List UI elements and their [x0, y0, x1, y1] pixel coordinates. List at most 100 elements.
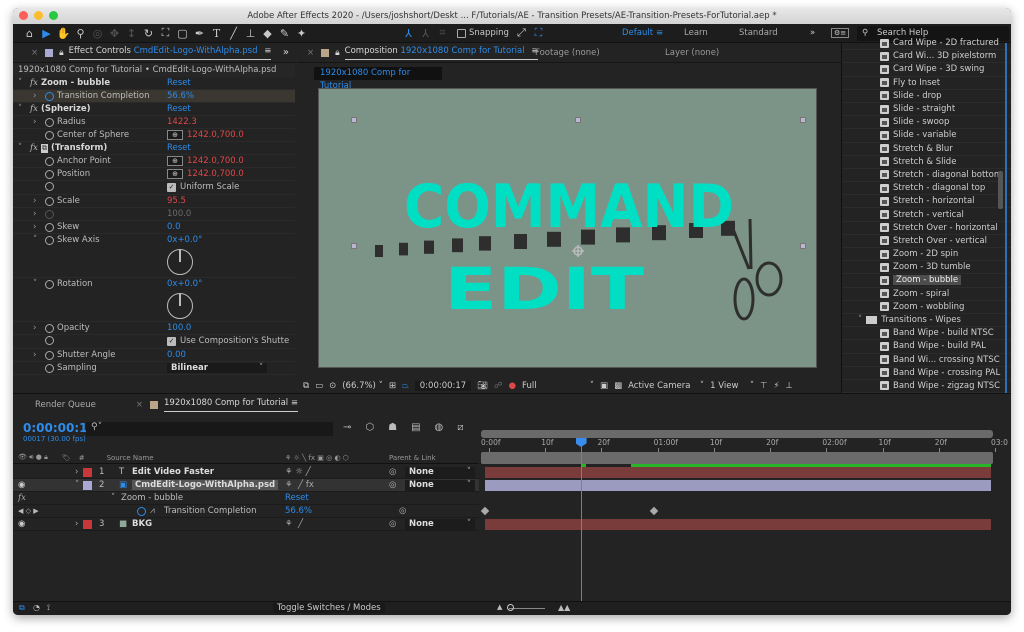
reset-link[interactable]: Reset	[167, 104, 191, 114]
preset-item[interactable]: Zoom - 2D spin	[842, 248, 1011, 262]
property-value[interactable]: 1422.3	[167, 117, 197, 127]
pan-behind-icon[interactable]: ⛶	[157, 25, 174, 42]
roto-brush-icon[interactable]: ✎	[276, 25, 293, 42]
parent-dropdown[interactable]: None ˅	[405, 466, 475, 478]
effect-property-row[interactable]: Position ⊕ 1242.0,700.0	[13, 168, 295, 181]
draft-3d-icon[interactable]: ⬡	[365, 422, 374, 433]
preset-item[interactable]: Band Wipe - crossing PAL	[842, 367, 1011, 380]
vr-icon[interactable]: ⊙	[329, 381, 336, 391]
zoom-slider-track[interactable]	[509, 608, 545, 609]
effect-property-row[interactable]: › Skew 0.0	[13, 221, 295, 234]
comp-navigator-chip[interactable]: 1920x1080 Comp for Tutorial	[314, 67, 442, 91]
close-tab-icon[interactable]: ×	[307, 48, 314, 58]
comp-mini-flowchart-icon[interactable]: ⊸	[343, 422, 351, 433]
property-row[interactable]: ◀ ◇ ▶ ⩘ Transition Completion 56.6% ◎	[13, 505, 479, 518]
sampling-dropdown[interactable]: Bilinear	[167, 363, 267, 373]
lock-icon[interactable]: 🔒︎	[335, 48, 340, 58]
graph-editor-icon[interactable]: ⧄	[457, 422, 463, 433]
effect-property-row[interactable]: Anchor Point ⊕ 1242.0,700.0	[13, 155, 295, 168]
folder-item[interactable]: ˅ Transitions - Wipes	[842, 314, 1011, 328]
keyframe[interactable]	[480, 506, 490, 516]
minimize-window-button[interactable]	[34, 11, 43, 20]
chevron-right-icon[interactable]: ›	[33, 209, 42, 219]
transparency-grid-icon[interactable]: ▩	[614, 381, 622, 391]
layer-name[interactable]: CmdEdit-Logo-WithAlpha.psd	[132, 480, 279, 490]
view-axis-icon[interactable]: ⌗	[434, 25, 451, 42]
stopwatch-icon[interactable]	[45, 336, 54, 345]
rotation-tool-icon[interactable]: ↻	[140, 25, 157, 42]
preset-item[interactable]: Stretch - diagonal top	[842, 182, 1011, 196]
point-target-icon[interactable]: ⊕	[167, 169, 183, 179]
preset-item[interactable]: Stretch - horizontal	[842, 195, 1011, 209]
panel-menu-icon[interactable]: ≡	[264, 46, 271, 56]
effect-property-row[interactable]: ✓ Uniform Scale	[13, 181, 295, 195]
property-value[interactable]: 0x+0.0°	[167, 235, 202, 245]
stopwatch-icon[interactable]	[45, 169, 54, 179]
effect-property-row[interactable]: › Opacity 100.0	[13, 322, 295, 335]
fx-icon[interactable]: fx	[30, 104, 38, 114]
local-axis-icon[interactable]: ⅄	[400, 25, 417, 42]
effect-header-row[interactable]: ˅ fx Zoom - bubble Reset	[13, 77, 295, 90]
preset-item[interactable]: Stretch & Blur	[842, 143, 1011, 156]
stopwatch-icon[interactable]	[45, 91, 54, 101]
property-value[interactable]: 0x+0.0°	[167, 279, 202, 289]
property-value[interactable]: 0.00	[167, 350, 186, 360]
snapshot-icon[interactable]: 📷︎	[477, 381, 488, 391]
motion-blur-icon[interactable]: ◍	[435, 422, 444, 433]
property-value[interactable]: Uniform Scale	[180, 182, 239, 192]
column-parent-link[interactable]: Parent & Link	[389, 454, 436, 462]
tab-effect-controls[interactable]: Effect Controls CmdEdit-Logo-WithAlpha.p…	[68, 46, 272, 60]
point-target-icon[interactable]: ⊕	[167, 130, 183, 140]
close-tab-icon[interactable]: ×	[136, 400, 143, 410]
preset-item[interactable]: Band Wi... crossing NTSC	[842, 354, 1011, 367]
layer-name[interactable]: Edit Video Faster	[132, 467, 214, 477]
effect-property-row[interactable]: › Shutter Angle 0.00	[13, 349, 295, 362]
tab-composition[interactable]: Composition 1920x1080 Comp for Tutorial …	[344, 46, 539, 60]
preset-item[interactable]: Stretch - diagonal bottom	[842, 169, 1011, 183]
brush-tool-icon[interactable]: ╱	[225, 25, 242, 42]
workspace-menu-icon[interactable]: ≡	[656, 28, 663, 38]
effect-property-row[interactable]: › Transition Completion 56.6%	[13, 90, 295, 103]
current-time-field[interactable]: 0:00:00:17	[414, 381, 472, 391]
layer-duration-bar[interactable]	[485, 480, 991, 491]
current-timecode[interactable]: 0:00:00:17	[23, 421, 96, 435]
eye-icon[interactable]: ◉	[18, 519, 25, 529]
chevron-right-icon[interactable]: ›	[75, 467, 78, 477]
switch-icons[interactable]: ⚘ ╱ fx	[285, 480, 314, 490]
keyframe[interactable]	[649, 506, 658, 516]
fx-icon[interactable]: fx	[30, 143, 38, 153]
mask-visibility-icon[interactable]: ⏢	[402, 381, 409, 391]
home-icon[interactable]: ⌂	[21, 25, 38, 42]
world-axis-icon[interactable]: ⅄	[417, 25, 434, 42]
switch-icons[interactable]: ⚘ ╱	[285, 519, 303, 529]
tab-timeline-comp[interactable]: 1920x1080 Comp for Tutorial ≡	[164, 398, 298, 412]
stopwatch-icon[interactable]	[45, 196, 54, 206]
pan-camera-icon[interactable]: ✥	[106, 25, 123, 42]
property-value[interactable]: 100.0	[167, 323, 191, 333]
workspace-standard[interactable]: Standard	[739, 28, 778, 38]
parent-dropdown[interactable]: None ˅	[405, 479, 475, 491]
preset-item[interactable]: Zoom - bubble	[842, 274, 1011, 288]
chevron-down-icon[interactable]: ˅	[18, 78, 27, 88]
grid-guides-icon[interactable]: ⊞	[389, 381, 396, 391]
puppet-pin-icon[interactable]: ✦	[293, 25, 310, 42]
zoom-out-icon[interactable]: ▲	[497, 603, 502, 611]
preset-item[interactable]: Slide - drop	[842, 90, 1011, 103]
fx-icon[interactable]: fx	[30, 78, 38, 88]
effect-property-row[interactable]: › 100.0	[13, 208, 295, 221]
pen-tool-icon[interactable]: ✒	[191, 25, 208, 42]
preset-item[interactable]: Slide - straight	[842, 103, 1011, 117]
layer-duration-bar[interactable]	[485, 467, 991, 478]
composition-viewer[interactable]: COMMAND EDIT	[318, 88, 817, 368]
timeline-icon[interactable]: ⊥	[785, 381, 792, 391]
property-value[interactable]: 0.0	[167, 222, 181, 232]
property-value[interactable]: 1242.0,700.0	[187, 130, 244, 140]
region-of-interest-icon[interactable]: ▣	[600, 381, 608, 391]
tab-footage[interactable]: Footage (none)	[535, 48, 600, 58]
effect-property-row[interactable]: ˅ Skew Axis 0x+0.0°	[13, 234, 295, 278]
time-ruler[interactable]: 0:00f 10f 20f 01:00f 10f 20f 02:00f 10f 20f 03:0	[481, 438, 1008, 452]
property-value[interactable]: 56.6%	[167, 91, 194, 101]
stopwatch-icon[interactable]	[45, 350, 54, 360]
playhead[interactable]	[575, 438, 587, 614]
stopwatch-icon[interactable]	[45, 323, 54, 333]
